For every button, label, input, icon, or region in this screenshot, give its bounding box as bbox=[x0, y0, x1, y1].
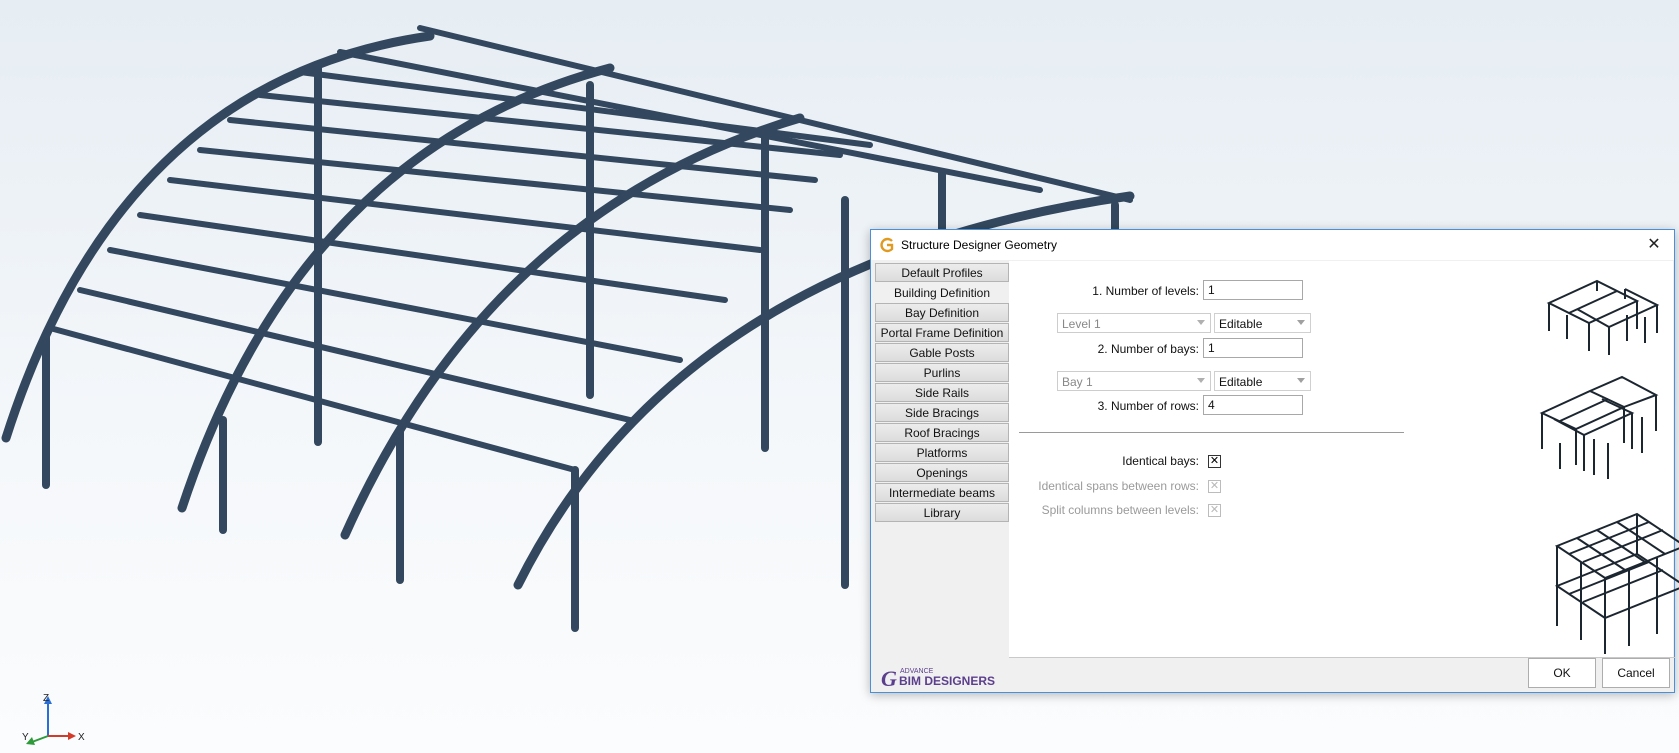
rows-label: 3. Number of rows: bbox=[1097, 399, 1199, 413]
ok-button[interactable]: OK bbox=[1528, 658, 1596, 688]
axis-y-label: Y bbox=[22, 732, 29, 743]
bay-select-value: Bay 1 bbox=[1062, 375, 1093, 389]
chevron-down-icon bbox=[1297, 320, 1305, 325]
bay-select[interactable]: Bay 1 bbox=[1057, 371, 1211, 391]
axis-x-label: X bbox=[78, 732, 85, 743]
nav-item-platforms[interactable]: Platforms bbox=[875, 443, 1009, 462]
purlin bbox=[167, 177, 763, 253]
dialog-title: Structure Designer Geometry bbox=[901, 238, 1058, 252]
nav-item-portal-frame-definition[interactable]: Portal Frame Definition bbox=[875, 323, 1009, 342]
cancel-button[interactable]: Cancel bbox=[1602, 658, 1670, 688]
axis-triad: Z X Y bbox=[22, 693, 85, 745]
identical-bays-checkbox[interactable]: ✕ bbox=[1208, 455, 1221, 468]
bays-input[interactable]: 1 bbox=[1203, 338, 1303, 358]
nav-item-side-bracings[interactable]: Side Bracings bbox=[875, 403, 1009, 422]
divider bbox=[1019, 432, 1404, 433]
roof-arch bbox=[1, 31, 435, 443]
single-level-frame-preview bbox=[1546, 279, 1660, 355]
bays-label: 2. Number of bays: bbox=[1097, 342, 1199, 356]
building-definition-panel: 1. Number of levels: 1 Level 1 Editable … bbox=[1009, 261, 1679, 657]
nav-item-bay-definition[interactable]: Bay Definition bbox=[875, 303, 1009, 322]
purlin bbox=[107, 247, 683, 363]
purlin bbox=[77, 287, 633, 423]
level-mode-select[interactable]: Editable bbox=[1214, 313, 1311, 333]
identical-bays-label: Identical bays: bbox=[1122, 454, 1199, 468]
level-mode-value: Editable bbox=[1219, 317, 1263, 331]
levels-label: 1. Number of levels: bbox=[1092, 284, 1199, 298]
chevron-down-icon bbox=[1297, 378, 1305, 383]
split-columns-checkbox[interactable]: ✕ bbox=[1208, 504, 1221, 517]
nav-item-gable-posts[interactable]: Gable Posts bbox=[875, 343, 1009, 362]
levels-input[interactable]: 1 bbox=[1203, 280, 1303, 300]
nav-item-default-profiles[interactable]: Default Profiles bbox=[875, 263, 1009, 282]
structure-designer-dialog: Structure Designer Geometry ✕ Default Pr… bbox=[870, 229, 1679, 693]
section-nav: Default Profiles Building Definition Bay… bbox=[875, 263, 1009, 523]
purlin bbox=[137, 212, 728, 303]
logo-main: BIM DESIGNERS bbox=[899, 674, 995, 688]
rows-input[interactable]: 4 bbox=[1203, 395, 1303, 415]
multi-level-frame-preview bbox=[1554, 512, 1679, 654]
identical-spans-checkbox[interactable]: ✕ bbox=[1208, 480, 1221, 493]
nav-item-library[interactable]: Library bbox=[875, 503, 1009, 522]
split-columns-label: Split columns between levels: bbox=[1041, 503, 1199, 517]
identical-spans-label: Identical spans between rows: bbox=[1038, 479, 1199, 493]
bay-mode-value: Editable bbox=[1219, 375, 1263, 389]
dialog-titlebar[interactable]: Structure Designer Geometry ✕ bbox=[871, 230, 1674, 260]
nav-item-openings[interactable]: Openings bbox=[875, 463, 1009, 482]
nav-item-building-definition[interactable]: Building Definition bbox=[875, 283, 1009, 302]
nav-item-roof-bracings[interactable]: Roof Bracings bbox=[875, 423, 1009, 442]
logo-mark: G bbox=[881, 666, 897, 690]
axis-z-label: Z bbox=[43, 693, 49, 704]
purlin bbox=[47, 325, 578, 473]
bay-mode-select[interactable]: Editable bbox=[1214, 371, 1311, 391]
level-select[interactable]: Level 1 bbox=[1057, 313, 1211, 333]
chevron-down-icon bbox=[1197, 320, 1205, 325]
app-logo-icon bbox=[880, 237, 894, 253]
nav-item-purlins[interactable]: Purlins bbox=[875, 363, 1009, 382]
nav-item-intermediate-beams[interactable]: Intermediate beams bbox=[875, 483, 1009, 502]
chevron-down-icon bbox=[1197, 378, 1205, 383]
advance-bim-designers-logo: G ADVANCE BIM DESIGNERS bbox=[881, 666, 995, 690]
close-icon[interactable]: ✕ bbox=[1634, 230, 1674, 260]
level-select-value: Level 1 bbox=[1062, 317, 1101, 331]
multi-bay-frame-preview bbox=[1539, 375, 1659, 479]
nav-item-side-rails[interactable]: Side Rails bbox=[875, 383, 1009, 402]
